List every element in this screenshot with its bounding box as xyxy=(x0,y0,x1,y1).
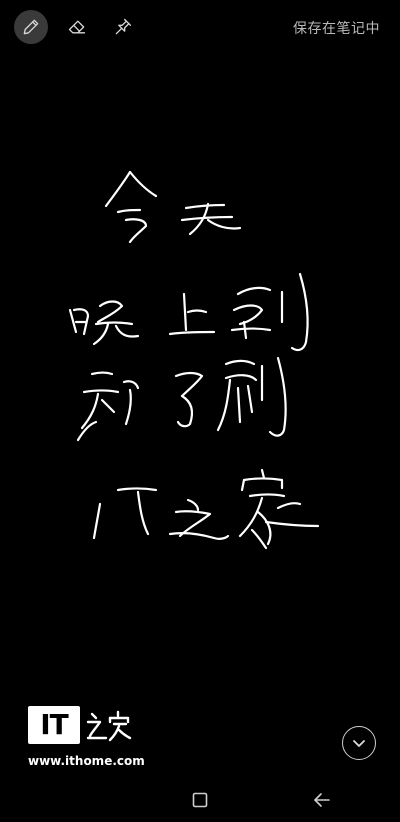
back-button[interactable] xyxy=(308,786,336,814)
handwriting-canvas[interactable] xyxy=(0,60,400,760)
pen-tool-button[interactable] xyxy=(14,10,48,44)
zhijia-logo-glyphs xyxy=(86,710,132,742)
toolbar: 保存在笔记中 xyxy=(0,0,400,56)
handwriting-char-shua-2 xyxy=(216,356,287,437)
pin-icon xyxy=(115,18,132,35)
handwriting-char-jin xyxy=(104,170,158,244)
pin-tool-button[interactable] xyxy=(106,10,140,44)
handwriting-char-zhi xyxy=(168,498,230,540)
handwriting-char-le xyxy=(174,371,204,428)
system-navigation-bar xyxy=(0,778,400,822)
handwriting-char-shua-1 xyxy=(230,272,309,352)
handwriting-char-i xyxy=(92,502,102,540)
ithome-watermark: IT www.ithome.com xyxy=(28,706,148,774)
chevron-down-icon xyxy=(353,740,365,747)
recent-apps-icon xyxy=(192,792,208,808)
back-arrow-icon xyxy=(314,793,330,807)
recent-apps-button[interactable] xyxy=(186,786,214,814)
eraser-icon xyxy=(68,20,86,34)
collapse-button[interactable] xyxy=(342,726,376,760)
handwriting-char-jia xyxy=(238,468,320,550)
handwriting-char-tian xyxy=(180,202,242,236)
pen-icon xyxy=(23,19,39,35)
it-logo-text: IT xyxy=(40,708,69,741)
handwriting-char-wan xyxy=(68,300,140,346)
handwriting-char-t xyxy=(116,487,158,536)
watermark-url: www.ithome.com xyxy=(28,754,145,768)
save-to-notes-button[interactable]: 保存在笔记中 xyxy=(293,18,380,38)
handwriting-char-shang xyxy=(168,292,216,336)
handwriting-char-xin xyxy=(76,371,140,442)
eraser-tool-button[interactable] xyxy=(60,10,94,44)
